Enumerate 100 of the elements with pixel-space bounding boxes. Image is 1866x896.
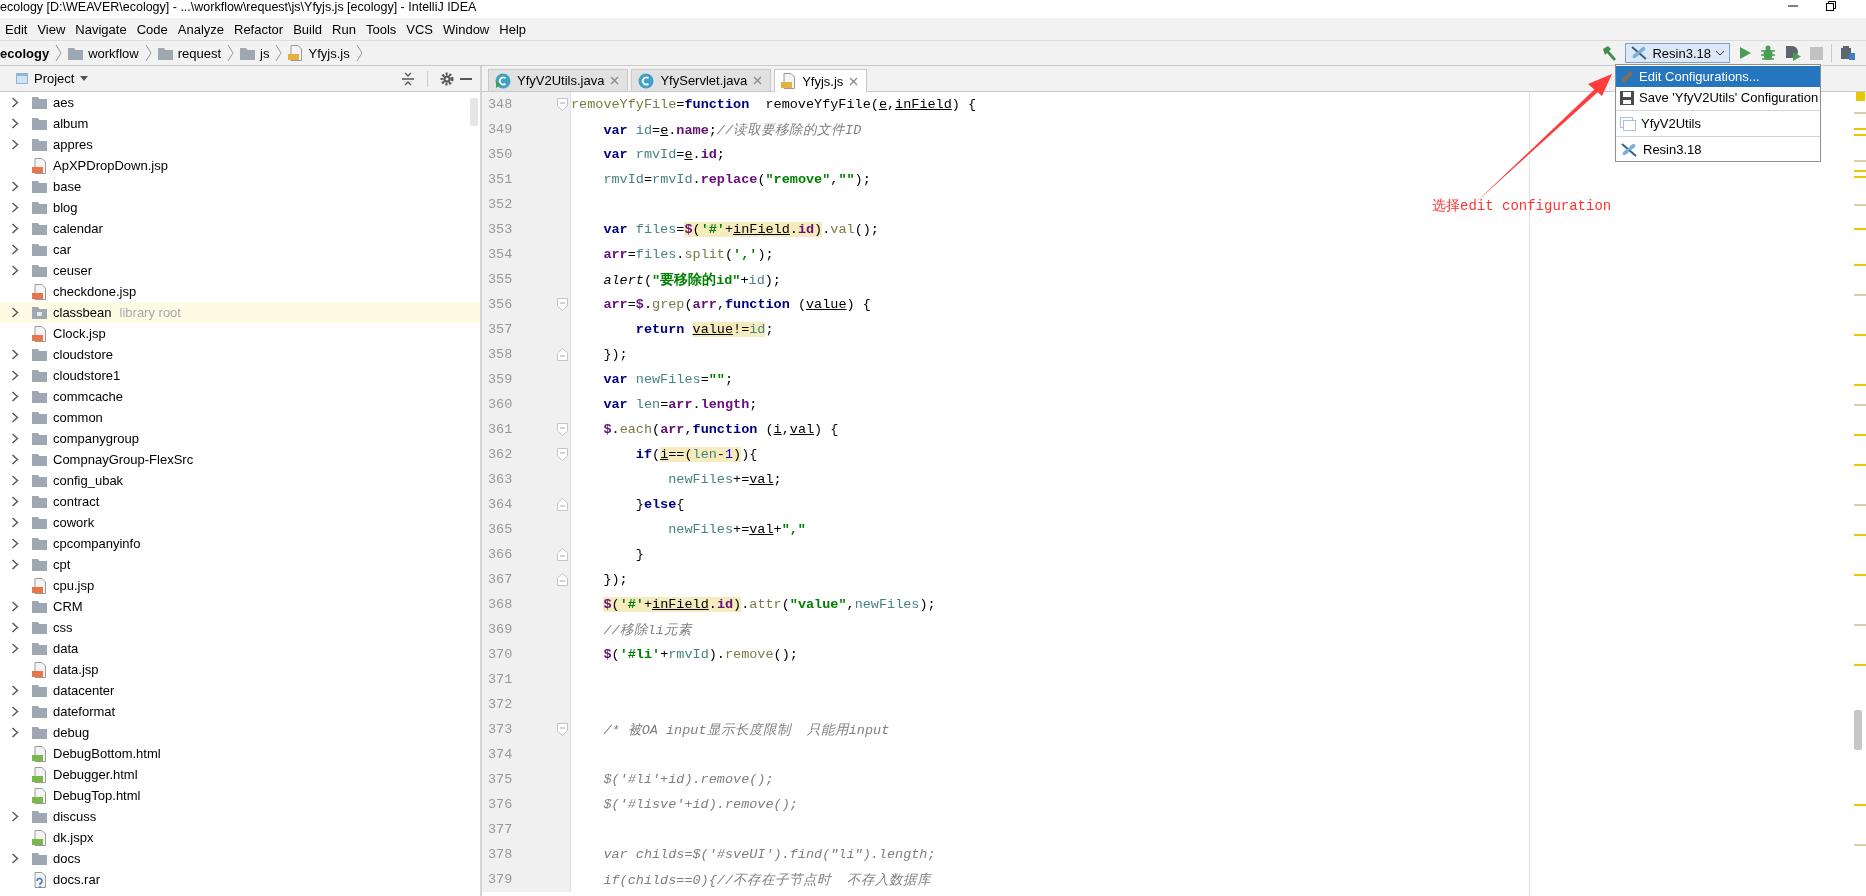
- scrollbar-thumb[interactable]: [470, 98, 478, 126]
- tree-item[interactable]: cpcompanyinfo: [53, 536, 141, 551]
- tree-item[interactable]: datacenter: [53, 683, 115, 698]
- code-line: alert("要移除的id"+id);: [602, 271, 781, 289]
- tree-item[interactable]: cowork: [53, 515, 95, 530]
- tree-item[interactable]: data: [53, 641, 79, 656]
- breadcrumb-item[interactable]: workflow: [65, 45, 142, 61]
- scrollbar-thumb[interactable]: [1854, 710, 1862, 750]
- tree-item[interactable]: album: [53, 116, 89, 131]
- line-number: 356: [488, 297, 513, 312]
- menu-item[interactable]: Navigate: [70, 21, 132, 37]
- chevron-icon: [11, 307, 19, 318]
- tree-item[interactable]: Debugger.html: [53, 767, 138, 782]
- popup-menu-item[interactable]: YfyV2Utils: [1616, 113, 1820, 134]
- tree-item[interactable]: cloudstore1: [53, 368, 121, 383]
- js-file-icon: [288, 45, 304, 61]
- breadcrumb-item[interactable]: js: [237, 45, 273, 61]
- jsp-file-icon: [32, 661, 47, 678]
- menu-item[interactable]: Window: [438, 21, 495, 37]
- tree-item[interactable]: debug: [53, 725, 90, 740]
- folder-icon: [32, 390, 47, 403]
- line-number: 357: [488, 322, 513, 337]
- folder-icon: [32, 369, 47, 382]
- tree-item[interactable]: dateformat: [53, 704, 116, 719]
- menu-item[interactable]: Build: [288, 21, 328, 37]
- run-icon: [1738, 46, 1752, 60]
- menu-item[interactable]: Tools: [360, 21, 402, 37]
- tree-item[interactable]: docs.rar: [53, 872, 100, 887]
- tree-item[interactable]: DebugBottom.html: [53, 746, 161, 761]
- tree-item[interactable]: Clock.jsp: [53, 326, 106, 341]
- tree-item[interactable]: discuss: [53, 809, 97, 824]
- popup-menu-item[interactable]: Resin3.18: [1616, 139, 1820, 160]
- tree-item[interactable]: aes: [53, 95, 74, 110]
- tree-item[interactable]: CRM: [53, 599, 83, 614]
- tree-item[interactable]: dk.jspx: [53, 830, 94, 845]
- tree-item[interactable]: docs: [53, 851, 81, 866]
- tree-item[interactable]: cpt: [53, 557, 71, 572]
- code-line: rmvId=rmvId.replace("remove","");: [602, 172, 871, 187]
- tree-item[interactable]: base: [53, 179, 82, 194]
- editor-tab[interactable]: Yfyjs.js: [774, 69, 868, 92]
- annotation-text: 选择edit configuration: [1432, 197, 1612, 215]
- chevron-icon: [11, 853, 19, 864]
- tree-item[interactable]: commcache: [53, 389, 124, 404]
- tree-item[interactable]: DebugTop.html: [53, 788, 141, 803]
- line-number: 358: [488, 347, 513, 362]
- line-number: 362: [488, 447, 513, 462]
- jsp-file-icon: [32, 577, 47, 594]
- chevron-icon: [227, 44, 235, 62]
- popup-menu-item[interactable]: Edit Configurations...: [1616, 66, 1820, 87]
- chevron-icon: [11, 370, 19, 381]
- tree-item[interactable]: contract: [53, 494, 100, 509]
- tree-item[interactable]: calendar: [53, 221, 103, 236]
- tree-item[interactable]: common: [53, 410, 103, 425]
- tree-item[interactable]: ceuser: [53, 263, 93, 278]
- line-number: 350: [488, 147, 513, 162]
- chevron-icon: [11, 811, 19, 822]
- code-line: var len=arr.length;: [602, 397, 758, 412]
- chevron-icon: [11, 118, 19, 129]
- coverage-icon: [1784, 45, 1802, 61]
- editor-tab[interactable]: YfyServlet.java: [631, 69, 772, 91]
- html-file-icon: [32, 787, 47, 804]
- tree-item[interactable]: companygroup: [53, 431, 139, 446]
- line-number: 353: [488, 222, 513, 237]
- line-number: 372: [488, 697, 513, 712]
- line-number: 361: [488, 422, 513, 437]
- tree-item[interactable]: data.jsp: [53, 662, 99, 677]
- popup-menu-item[interactable]: Save 'YfyV2Utils' Configuration: [1616, 87, 1820, 108]
- menu-item[interactable]: Analyze: [172, 21, 229, 37]
- menu-item[interactable]: Run: [327, 21, 361, 37]
- menu-item[interactable]: Refactor: [229, 21, 289, 37]
- folder-icon: [32, 117, 47, 130]
- editor-tab[interactable]: YfyV2Utils.java: [488, 69, 629, 91]
- chevron-icon: [11, 601, 19, 612]
- tree-item[interactable]: checkdone.jsp: [53, 284, 137, 299]
- run-configuration-dropdown[interactable]: Resin3.18: [1625, 43, 1730, 63]
- breadcrumb-item[interactable]: Yfyjs.js: [285, 45, 353, 61]
- tree-item[interactable]: css: [53, 620, 73, 635]
- library-folder-icon: [32, 306, 47, 319]
- tree-item[interactable]: appres: [53, 137, 93, 152]
- tree-item[interactable]: config_ubak: [53, 473, 124, 488]
- chevron-icon: [144, 44, 152, 62]
- tree-item[interactable]: cpu.jsp: [53, 578, 95, 593]
- breadcrumb-item[interactable]: ecology: [0, 45, 53, 61]
- tree-item[interactable]: classbean: [53, 305, 112, 320]
- tree-item[interactable]: cloudstore: [53, 347, 113, 362]
- tree-item[interactable]: blog: [53, 200, 78, 215]
- menu-item[interactable]: Edit: [0, 21, 33, 37]
- chevron-icon: [11, 685, 19, 696]
- tree-item[interactable]: CompnayGroup-FlexSrc: [53, 452, 194, 467]
- breadcrumb-item[interactable]: request: [154, 45, 225, 61]
- code-line: $('#li'+rmvId).remove();: [602, 647, 798, 662]
- tree-item[interactable]: ApXPDropDown.jsp: [53, 158, 168, 173]
- tree-item[interactable]: car: [53, 242, 72, 257]
- menu-item[interactable]: View: [32, 21, 71, 37]
- menu-item[interactable]: Code: [131, 21, 173, 37]
- menu-item[interactable]: Help: [494, 21, 531, 37]
- menu-item[interactable]: VCS: [401, 21, 438, 37]
- code-line: $.each(arr,function (i,val) {: [602, 422, 839, 437]
- folder-icon: [32, 243, 47, 256]
- view-selector[interactable]: Project: [0, 71, 89, 86]
